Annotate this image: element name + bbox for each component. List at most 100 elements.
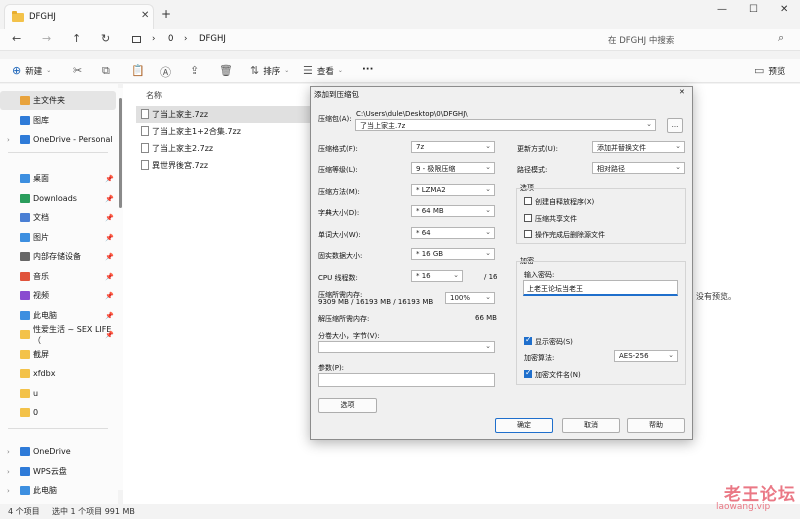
delete-icon[interactable]: 🗑	[219, 64, 233, 77]
pin-icon[interactable]: 📌	[105, 273, 114, 281]
sidebar-item-label: 内部存储设备	[33, 252, 81, 261]
sfx-checkbox[interactable]	[524, 197, 532, 205]
up-icon[interactable]: ↑	[72, 32, 81, 45]
password-input[interactable]: 上老王论坛当老王	[523, 280, 678, 296]
cpu-select[interactable]: * 16 ⌄	[411, 270, 463, 282]
view-button[interactable]: ☰ 查看 ⌄	[303, 64, 343, 77]
pin-icon[interactable]: 📌	[105, 331, 114, 339]
sidebar-item[interactable]: › WPS云盘	[0, 462, 116, 481]
more-icon[interactable]: ···	[362, 64, 373, 75]
chevron-right-icon[interactable]: ›	[7, 136, 10, 144]
delete-after-checkbox[interactable]	[524, 230, 532, 238]
pin-icon[interactable]: 📌	[105, 195, 114, 203]
file-row[interactable]: 異世界後宮.7zz	[136, 157, 312, 174]
archive-path: C:\Users\dule\Desktop\0\DFGHJ\	[356, 110, 468, 118]
rename-icon[interactable]: Ⓐ	[160, 64, 171, 80]
encrypt-names-checkbox[interactable]	[524, 368, 532, 378]
maximize-icon[interactable]: ☐	[749, 4, 758, 15]
solid-select[interactable]: * 16 GB ⌄	[411, 248, 495, 260]
back-icon[interactable]: ←	[12, 32, 21, 45]
dialog-close-icon[interactable]: ✕	[679, 88, 685, 96]
sidebar-item[interactable]: xfdbx	[0, 364, 116, 383]
sidebar-item[interactable]: 内部存储设备 📌	[0, 247, 116, 266]
sidebar-item-icon	[20, 408, 30, 417]
help-button[interactable]: 帮助	[627, 418, 685, 433]
params-input[interactable]	[318, 373, 495, 387]
sidebar-item-label: 音乐	[33, 272, 49, 281]
copy-icon[interactable]: ⧉	[102, 64, 110, 78]
sidebar-item-icon	[20, 467, 30, 476]
breadcrumb[interactable]: › 0 › DFGHJ	[128, 32, 588, 49]
tab-dfghj[interactable]: DFGHJ ✕	[4, 4, 154, 29]
chevron-right-icon[interactable]: ›	[7, 448, 10, 456]
sidebar-item[interactable]: u	[0, 384, 116, 403]
new-tab-icon[interactable]: +	[161, 7, 171, 21]
archive-name-combo[interactable]: 了当上家主.7z ⌄	[355, 119, 656, 131]
pin-icon[interactable]: 📌	[105, 234, 114, 242]
format-select[interactable]: 7z ⌄	[411, 141, 495, 153]
file-icon	[141, 160, 149, 170]
pin-icon[interactable]: 📌	[105, 253, 114, 261]
pin-icon[interactable]: 📌	[105, 214, 114, 222]
path-mode-select[interactable]: 相对路径 ⌄	[592, 162, 685, 174]
sidebar-item[interactable]: › OneDrive - Personal	[0, 130, 116, 149]
file-row[interactable]: 了当上家主1+2合集.7zz	[136, 123, 312, 140]
split-size-select[interactable]: ⌄	[318, 341, 495, 353]
sidebar-item[interactable]: 文档 📌	[0, 208, 116, 227]
encryption-method-select[interactable]: AES-256 ⌄	[614, 350, 678, 362]
preview-button[interactable]: ▭ 预览	[754, 64, 785, 77]
cancel-button[interactable]: 取消	[562, 418, 620, 433]
ok-button[interactable]: 确定	[495, 418, 553, 433]
password-value: 上老王论坛当老王	[527, 285, 583, 293]
sidebar-item[interactable]: 图片 📌	[0, 228, 116, 247]
crumb-dfghj[interactable]: DFGHJ	[199, 34, 226, 44]
watermark-url: laowang.vip	[716, 502, 771, 512]
forward-icon[interactable]: →	[42, 32, 51, 45]
crumb-0[interactable]: 0	[168, 34, 173, 44]
paste-icon[interactable]: 📋	[131, 64, 145, 77]
memory-detail: 9309 MB / 16193 MB / 16193 MB	[318, 298, 434, 306]
pin-icon[interactable]: 📌	[105, 292, 114, 300]
minimize-icon[interactable]: —	[717, 4, 727, 15]
sidebar-item[interactable]: › 此电脑	[0, 481, 116, 500]
method-select[interactable]: * LZMA2 ⌄	[411, 184, 495, 196]
sidebar-item[interactable]: 视频 📌	[0, 286, 116, 305]
pin-icon[interactable]: 📌	[105, 175, 114, 183]
scrollbar-thumb[interactable]	[119, 98, 122, 208]
sidebar-item[interactable]: 性爱生活 ~ SEX LIFE（ 📌	[0, 325, 116, 345]
search-input[interactable]: 在 DFGHJ 中搜索 ⌕	[600, 31, 796, 49]
file-row[interactable]: 了当上家主2.7zz	[136, 140, 312, 157]
word-select[interactable]: * 64 ⌄	[411, 227, 495, 239]
sidebar-item[interactable]: 桌面 📌	[0, 169, 116, 188]
sidebar-item-label: 图片	[33, 233, 49, 242]
sidebar-item[interactable]: 此电脑 📌	[0, 306, 116, 325]
update-mode-select[interactable]: 添加并替换文件 ⌄	[592, 141, 685, 153]
pin-icon[interactable]: 📌	[105, 312, 114, 320]
new-button[interactable]: ⊕ 新建 ⌄	[12, 64, 51, 77]
chevron-right-icon[interactable]: ›	[7, 468, 10, 476]
sidebar-item[interactable]: 音乐 📌	[0, 267, 116, 286]
close-window-icon[interactable]: ✕	[780, 4, 788, 15]
close-tab-icon[interactable]: ✕	[141, 10, 149, 21]
refresh-icon[interactable]: ↻	[101, 32, 110, 45]
cut-icon[interactable]: ✂	[73, 64, 82, 77]
sidebar-item[interactable]: Downloads 📌	[0, 189, 116, 208]
sidebar-item[interactable]: 图库	[0, 111, 116, 130]
dictionary-select[interactable]: * 64 MB ⌄	[411, 205, 495, 217]
sidebar-item[interactable]: 0	[0, 403, 116, 422]
level-select[interactable]: 9 - 极限压缩 ⌄	[411, 162, 495, 174]
chevron-right-icon[interactable]: ›	[7, 487, 10, 495]
share-icon[interactable]: ⇪	[190, 64, 199, 77]
memory-percent-select[interactable]: 100% ⌄	[445, 292, 495, 304]
sort-button[interactable]: ⇅ 排序 ⌄	[250, 64, 289, 77]
sidebar-item[interactable]: 截屏	[0, 345, 116, 364]
sidebar-item[interactable]: › OneDrive	[0, 442, 116, 461]
file-row[interactable]: 了当上家主.7zz	[136, 106, 312, 123]
browse-button[interactable]: ...	[667, 118, 683, 133]
show-password-checkbox[interactable]	[524, 335, 532, 345]
shared-files-checkbox[interactable]	[524, 214, 532, 222]
options-button[interactable]: 选项	[318, 398, 377, 413]
name-column-header[interactable]: 名称	[146, 90, 162, 101]
sidebar-item[interactable]: 主文件夹	[0, 91, 116, 110]
solid-label: 固实数据大小:	[318, 252, 363, 260]
